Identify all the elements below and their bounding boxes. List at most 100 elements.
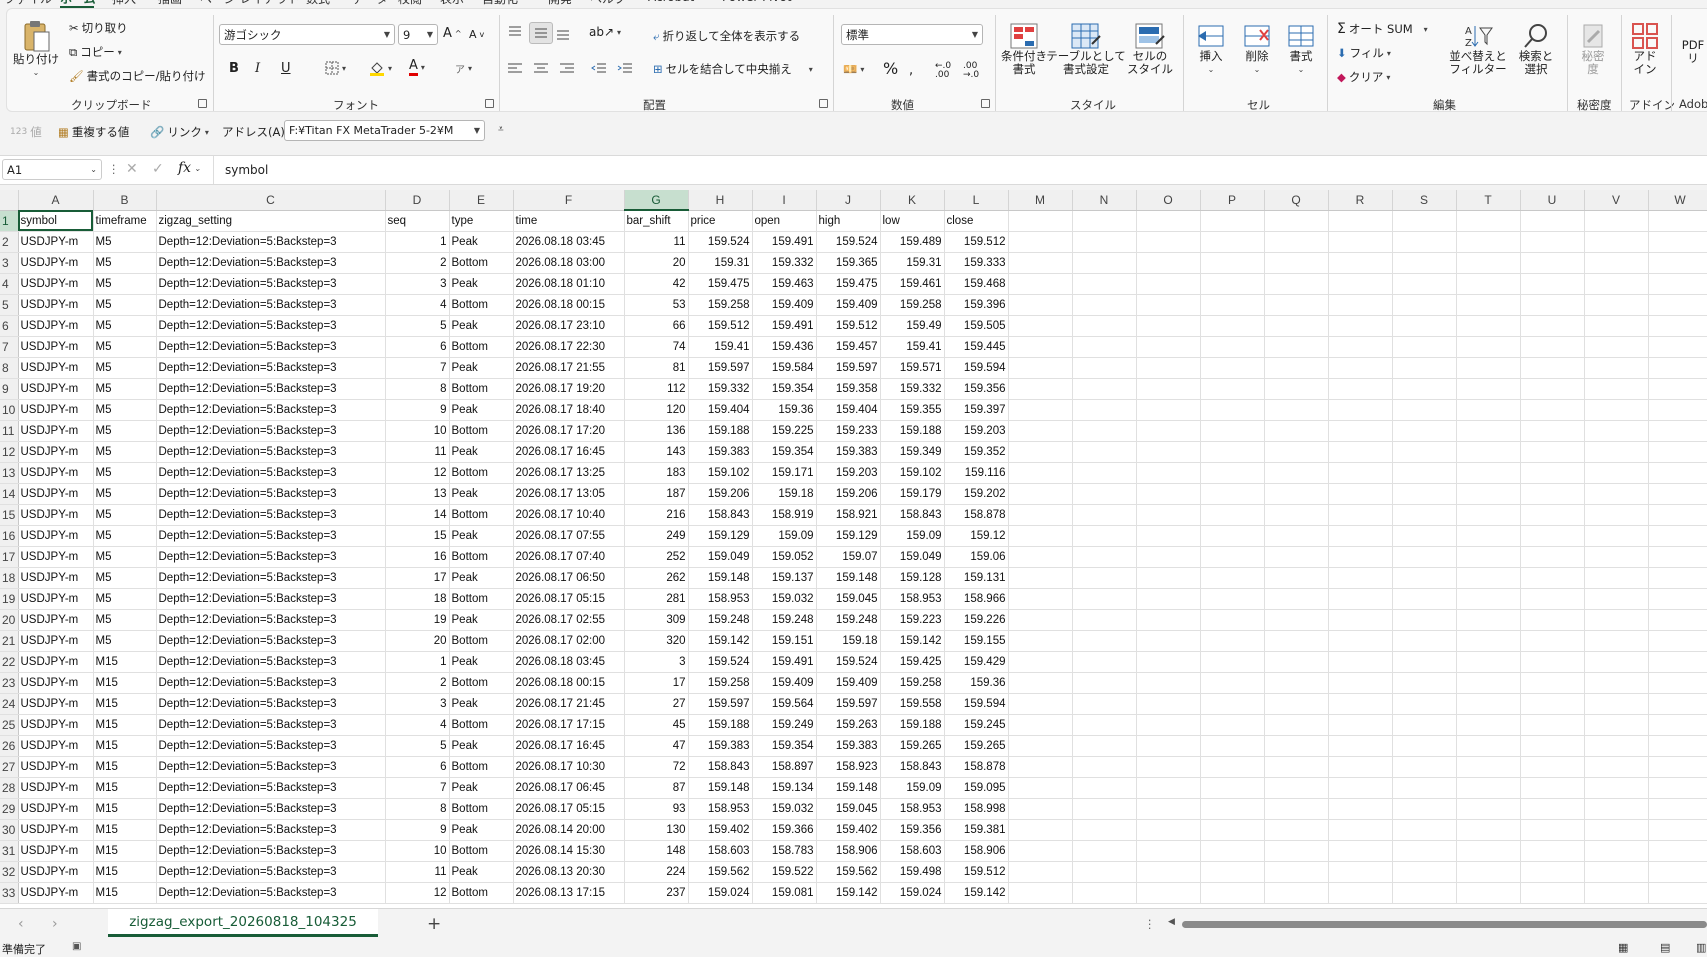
cell[interactable] bbox=[1456, 273, 1521, 295]
clipboard-launcher-icon[interactable] bbox=[198, 99, 207, 108]
cell[interactable]: 8 bbox=[385, 798, 450, 820]
cell[interactable]: Depth=12:Deviation=5:Backstep=3 bbox=[156, 672, 386, 694]
cell[interactable] bbox=[1264, 651, 1329, 673]
cell[interactable] bbox=[1200, 273, 1265, 295]
cell[interactable]: Bottom bbox=[449, 756, 514, 778]
cell[interactable]: Depth=12:Deviation=5:Backstep=3 bbox=[156, 336, 386, 358]
cell[interactable] bbox=[1520, 462, 1585, 484]
cell[interactable] bbox=[1584, 546, 1649, 568]
cell[interactable] bbox=[1008, 630, 1073, 652]
menu-tab[interactable]: 描画 bbox=[158, 0, 182, 7]
cell[interactable]: 6 bbox=[385, 756, 450, 778]
column-header[interactable]: E bbox=[449, 190, 514, 211]
cell[interactable]: M15 bbox=[93, 840, 157, 862]
cell[interactable] bbox=[1392, 546, 1457, 568]
cell[interactable]: USDJPY-m bbox=[18, 357, 94, 379]
cell[interactable]: USDJPY-m bbox=[18, 546, 94, 568]
menu-tab[interactable]: Power Pivot bbox=[722, 0, 792, 4]
cell[interactable]: M5 bbox=[93, 588, 157, 610]
column-header[interactable]: G bbox=[624, 190, 689, 211]
cell[interactable] bbox=[1520, 777, 1585, 799]
menu-tab[interactable]: 表示 bbox=[440, 0, 464, 7]
cell[interactable]: Bottom bbox=[449, 378, 514, 400]
cell[interactable] bbox=[1456, 588, 1521, 610]
cell[interactable] bbox=[1136, 588, 1201, 610]
cell[interactable] bbox=[1072, 315, 1137, 337]
row-header[interactable]: 1 bbox=[0, 210, 19, 232]
cell[interactable] bbox=[1072, 609, 1137, 631]
cell[interactable]: 11 bbox=[385, 441, 450, 463]
cell[interactable]: 281 bbox=[624, 588, 689, 610]
row-header[interactable]: 27 bbox=[0, 756, 19, 778]
cell[interactable]: 159.524 bbox=[816, 231, 881, 253]
cell[interactable] bbox=[1328, 441, 1393, 463]
cell[interactable] bbox=[1456, 777, 1521, 799]
column-header[interactable]: U bbox=[1520, 190, 1585, 211]
cell[interactable] bbox=[1264, 861, 1329, 883]
cell[interactable] bbox=[1136, 861, 1201, 883]
cell[interactable] bbox=[1456, 420, 1521, 442]
cell[interactable] bbox=[1136, 567, 1201, 589]
cell[interactable] bbox=[1264, 756, 1329, 778]
cell[interactable]: Depth=12:Deviation=5:Backstep=3 bbox=[156, 693, 386, 715]
cell[interactable] bbox=[1328, 882, 1393, 904]
cell[interactable]: USDJPY-m bbox=[18, 630, 94, 652]
cell[interactable] bbox=[1392, 651, 1457, 673]
cell[interactable] bbox=[1456, 651, 1521, 673]
cell[interactable]: 159.332 bbox=[688, 378, 753, 400]
cell[interactable]: USDJPY-m bbox=[18, 819, 94, 841]
cell[interactable] bbox=[1456, 882, 1521, 904]
cell[interactable]: Depth=12:Deviation=5:Backstep=3 bbox=[156, 378, 386, 400]
cell[interactable] bbox=[1136, 273, 1201, 295]
cell[interactable]: 159.354 bbox=[752, 378, 817, 400]
cell[interactable] bbox=[1648, 525, 1707, 547]
cell[interactable] bbox=[1200, 357, 1265, 379]
cell[interactable] bbox=[1328, 651, 1393, 673]
cell[interactable]: timeframe bbox=[93, 210, 157, 232]
cell[interactable]: USDJPY-m bbox=[18, 504, 94, 526]
cell[interactable] bbox=[1136, 399, 1201, 421]
sensitivity-button[interactable]: 秘密 度 bbox=[1573, 22, 1613, 76]
cell[interactable]: 159.332 bbox=[752, 252, 817, 274]
normal-view-icon[interactable]: ▦ bbox=[1618, 941, 1628, 954]
cell[interactable]: 159.333 bbox=[944, 252, 1009, 274]
cell[interactable]: 1 bbox=[385, 651, 450, 673]
cell[interactable] bbox=[1328, 273, 1393, 295]
cell[interactable] bbox=[1072, 672, 1137, 694]
cell[interactable] bbox=[1008, 567, 1073, 589]
cell[interactable] bbox=[1520, 840, 1585, 862]
cell[interactable] bbox=[1648, 735, 1707, 757]
cell[interactable] bbox=[1520, 357, 1585, 379]
cell[interactable]: 148 bbox=[624, 840, 689, 862]
cell[interactable] bbox=[1584, 630, 1649, 652]
cell[interactable]: 74 bbox=[624, 336, 689, 358]
align-left-button[interactable] bbox=[507, 62, 523, 74]
cell[interactable] bbox=[1648, 273, 1707, 295]
cell[interactable] bbox=[1392, 378, 1457, 400]
cell[interactable] bbox=[1008, 399, 1073, 421]
align-bottom-button[interactable] bbox=[555, 27, 571, 41]
column-header[interactable]: S bbox=[1392, 190, 1457, 211]
cell[interactable] bbox=[1008, 252, 1073, 274]
cell[interactable] bbox=[1328, 420, 1393, 442]
cell[interactable] bbox=[1136, 462, 1201, 484]
cell[interactable]: 159.381 bbox=[944, 819, 1009, 841]
cell[interactable] bbox=[1456, 672, 1521, 694]
cell[interactable] bbox=[1264, 231, 1329, 253]
cell[interactable] bbox=[1456, 735, 1521, 757]
font-shrink-button[interactable]: Av bbox=[469, 28, 484, 41]
cell[interactable]: M5 bbox=[93, 378, 157, 400]
cell[interactable]: Peak bbox=[449, 861, 514, 883]
cell[interactable]: Peak bbox=[449, 315, 514, 337]
cell[interactable]: 159.564 bbox=[752, 693, 817, 715]
cell[interactable] bbox=[1520, 882, 1585, 904]
cell[interactable] bbox=[1008, 609, 1073, 631]
cell[interactable]: 2026.08.17 07:55 bbox=[513, 525, 625, 547]
cell[interactable] bbox=[1072, 546, 1137, 568]
cell[interactable]: 159.332 bbox=[880, 378, 945, 400]
cell[interactable]: Depth=12:Deviation=5:Backstep=3 bbox=[156, 294, 386, 316]
cell[interactable] bbox=[1264, 252, 1329, 274]
cell[interactable]: 159.258 bbox=[688, 294, 753, 316]
column-header[interactable]: W bbox=[1648, 190, 1707, 211]
cell[interactable] bbox=[1648, 483, 1707, 505]
